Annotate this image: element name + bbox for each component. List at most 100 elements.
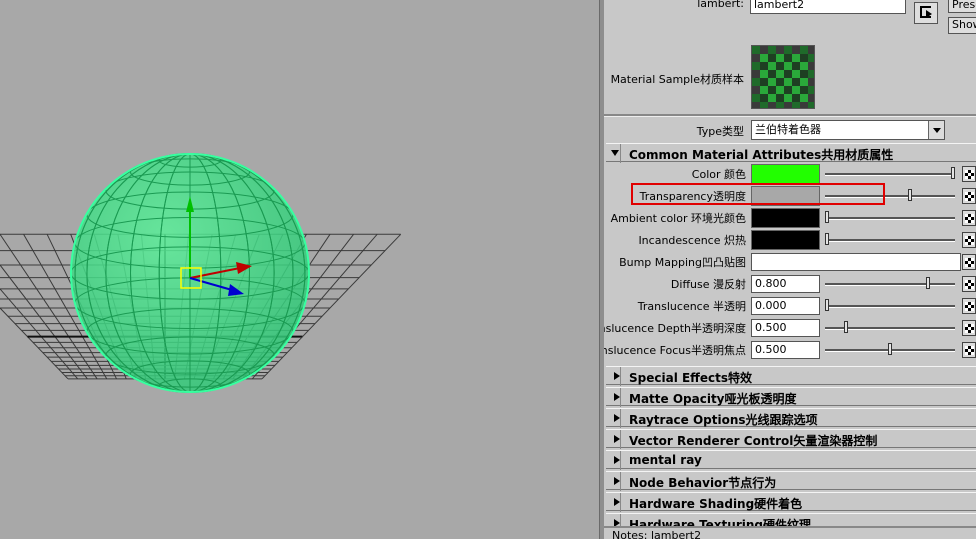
map-texture-button[interactable]	[962, 342, 976, 358]
checker-cell	[792, 78, 800, 86]
collapsed-section[interactable]: Matte Opacity哑光板透明度	[606, 387, 976, 407]
attr-slider[interactable]	[825, 277, 955, 291]
attr-slider[interactable]	[825, 343, 955, 357]
numeric-field[interactable]: 0.500	[751, 341, 820, 359]
checker-cell	[768, 54, 776, 62]
checker-cell	[792, 62, 800, 70]
checker-cell	[760, 86, 768, 94]
checker-cell	[776, 46, 784, 54]
attr-slider[interactable]	[825, 299, 955, 313]
collapsed-section[interactable]: Vector Renderer Control矢量渲染器控制	[606, 429, 976, 449]
node-name-field[interactable]: lambert2	[750, 0, 906, 14]
checker-icon	[965, 258, 974, 267]
checker-cell	[808, 94, 814, 102]
slider-thumb[interactable]	[908, 189, 913, 201]
slider-thumb[interactable]	[825, 233, 829, 245]
checker-cell	[784, 46, 792, 54]
attr-slider[interactable]	[825, 167, 955, 181]
checker-cell	[808, 54, 814, 62]
slider-thumb[interactable]	[843, 321, 848, 333]
checker-icon	[965, 346, 974, 355]
presets-button[interactable]: Presets	[948, 0, 976, 13]
color-swatch[interactable]	[751, 164, 820, 184]
checker-cell	[760, 70, 768, 78]
map-texture-button[interactable]	[962, 320, 976, 336]
checker-cell	[808, 78, 814, 86]
map-texture-button[interactable]	[962, 166, 976, 182]
collapsed-section[interactable]: Node Behavior节点行为	[606, 471, 976, 491]
checker-cell	[752, 62, 760, 70]
numeric-field[interactable]: 0.000	[751, 297, 820, 315]
section-title: Raytrace Options光线跟踪选项	[629, 413, 818, 427]
checker-cell	[776, 86, 784, 94]
section-title: mental ray	[629, 453, 702, 467]
checker-cell	[784, 94, 792, 102]
slider-thumb[interactable]	[825, 211, 829, 223]
attr-slider[interactable]	[825, 211, 955, 225]
checker-cell	[776, 102, 784, 108]
slider-thumb[interactable]	[925, 277, 930, 289]
slider-thumb[interactable]	[825, 299, 829, 311]
attr-slider[interactable]	[825, 321, 955, 335]
checker-cell	[784, 54, 792, 62]
attr-label: Bump Mapping凹凸贴图	[619, 256, 746, 269]
viewport-3d[interactable]	[0, 0, 599, 539]
checker-cell	[792, 70, 800, 78]
material-sample-swatch[interactable]	[751, 45, 815, 109]
map-texture-button[interactable]	[962, 254, 976, 270]
type-dropdown[interactable]: 兰伯特着色器	[751, 120, 945, 140]
checker-icon	[965, 280, 974, 289]
checker-cell	[792, 46, 800, 54]
collapsed-section[interactable]: mental ray	[606, 450, 976, 470]
collapsed-section[interactable]: Raytrace Options光线跟踪选项	[606, 408, 976, 428]
checker-cell	[800, 62, 808, 70]
checker-cell	[800, 46, 808, 54]
section-common-material-attributes[interactable]: Common Material Attributes共用材质属性	[606, 143, 976, 163]
numeric-field[interactable]: 0.800	[751, 275, 820, 293]
map-texture-button[interactable]	[962, 298, 976, 314]
attribute-editor: lambert: lambert2 Presets Show Material …	[604, 0, 976, 539]
checker-cell	[784, 62, 792, 70]
color-swatch[interactable]	[751, 208, 820, 228]
slider-thumb[interactable]	[951, 167, 955, 179]
attr-slider[interactable]	[825, 233, 955, 247]
viewport-canvas[interactable]	[0, 0, 599, 539]
color-swatch[interactable]	[751, 230, 820, 250]
checker-cell	[768, 78, 776, 86]
section-title: Hardware Shading硬件着色	[629, 497, 803, 511]
numeric-field[interactable]: 0.500	[751, 319, 820, 337]
checker-cell	[760, 102, 768, 108]
map-texture-button[interactable]	[962, 210, 976, 226]
map-texture-button[interactable]	[962, 232, 976, 248]
checker-icon	[965, 324, 974, 333]
slider-thumb[interactable]	[888, 343, 892, 355]
checker-cell	[752, 46, 760, 54]
checker-cell	[752, 102, 760, 108]
checker-cell	[760, 54, 768, 62]
checker-cell	[752, 78, 760, 86]
checker-icon	[965, 214, 974, 223]
map-texture-button[interactable]	[962, 276, 976, 292]
checker-cell	[792, 94, 800, 102]
section-title: Node Behavior节点行为	[629, 476, 777, 490]
checker-cell	[768, 94, 776, 102]
bump-map-field[interactable]	[751, 253, 961, 271]
go-to-output-button[interactable]	[914, 2, 938, 24]
material-sample-label: Material Sample材质样本	[610, 73, 744, 86]
checker-cell	[776, 54, 784, 62]
attr-label: Translucence 半透明	[637, 300, 746, 313]
collapsed-section[interactable]: Hardware Shading硬件着色	[606, 492, 976, 512]
checker-cell	[800, 94, 808, 102]
map-texture-button[interactable]	[962, 188, 976, 204]
collapse-triangle-icon	[611, 150, 619, 156]
checker-cell	[776, 70, 784, 78]
arrow-right-icon	[926, 10, 932, 18]
checker-cell	[752, 70, 760, 78]
collapsed-section[interactable]: Special Effects特效	[606, 366, 976, 386]
checker-cell	[808, 70, 814, 78]
checker-cell	[776, 94, 784, 102]
checker-cell	[800, 54, 808, 62]
checker-cell	[800, 102, 808, 108]
show-button[interactable]: Show	[948, 17, 976, 34]
notes-bar[interactable]: Notes: lambert2	[604, 526, 976, 539]
